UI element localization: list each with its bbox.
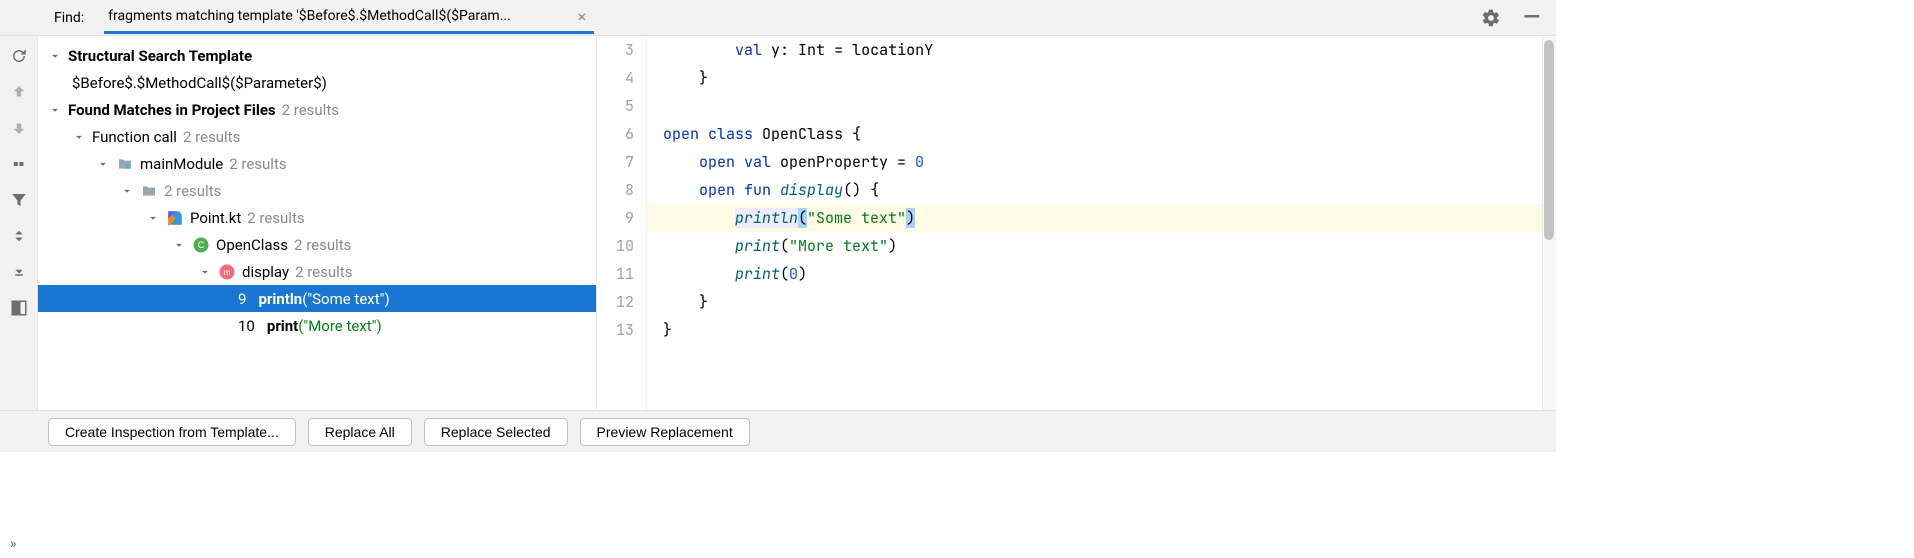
gear-icon[interactable]: [1481, 8, 1501, 28]
minimize-icon[interactable]: —: [1519, 7, 1544, 29]
folder-icon: [140, 183, 158, 199]
node-label: Found Matches in Project Files: [68, 101, 276, 119]
find-label: Find:: [54, 10, 84, 26]
match-line-number: 10: [238, 317, 255, 335]
tree-match-2[interactable]: 10 print("More text"): [38, 312, 596, 339]
result-count: 2 results: [183, 128, 240, 146]
collapse-all-icon[interactable]: [7, 260, 31, 284]
main-area: ▪▪ Structural Search Template $Before$.$…: [0, 36, 1556, 410]
module-icon: [116, 156, 134, 172]
overflow-icon[interactable]: »: [10, 536, 17, 552]
method-icon: m: [218, 263, 236, 281]
filter-icon[interactable]: [7, 188, 31, 212]
scrollbar[interactable]: [1542, 36, 1556, 410]
node-label: Function call: [92, 128, 177, 146]
replace-selected-button[interactable]: Replace Selected: [424, 418, 568, 446]
match-text: println("Some text"): [258, 290, 389, 308]
gutter: 345 678 91011 1213: [597, 36, 647, 410]
scrollbar-thumb[interactable]: [1544, 40, 1554, 240]
arrow-up-icon[interactable]: [7, 80, 31, 104]
result-count: 2 results: [282, 101, 339, 119]
code-body[interactable]: val y: Int = locationY } open class Open…: [647, 36, 1556, 410]
refresh-icon[interactable]: [7, 44, 31, 68]
tree-template-header[interactable]: Structural Search Template: [38, 42, 596, 69]
tree-match-1[interactable]: 9 println("Some text"): [38, 285, 596, 312]
group-icon[interactable]: ▪▪: [7, 152, 31, 176]
node-label: Point.kt: [190, 209, 241, 227]
find-bar: Find: fragments matching template '$Befo…: [0, 0, 1556, 36]
results-tree: Structural Search Template $Before$.$Met…: [38, 36, 596, 410]
result-count: 2 results: [229, 155, 286, 173]
preview-pane-icon[interactable]: [7, 296, 31, 320]
result-count: 2 results: [247, 209, 304, 227]
kotlin-file-icon: [166, 209, 184, 227]
find-query[interactable]: fragments matching template '$Before$.$M…: [108, 8, 573, 24]
match-line-number: 9: [238, 290, 246, 308]
arrow-down-icon[interactable]: [7, 116, 31, 140]
node-label: OpenClass: [216, 236, 288, 254]
result-count: 2 results: [295, 263, 352, 281]
tree-function-call[interactable]: Function call 2 results: [38, 123, 596, 150]
create-inspection-button[interactable]: Create Inspection from Template...: [48, 418, 296, 446]
result-count: 2 results: [164, 182, 221, 200]
tree-module[interactable]: mainModule 2 results: [38, 150, 596, 177]
tree-method[interactable]: m display 2 results: [38, 258, 596, 285]
tree-file[interactable]: Point.kt 2 results: [38, 204, 596, 231]
node-label: display: [242, 263, 289, 281]
node-label: $Before$.$MethodCall$($Parameter$): [72, 74, 327, 92]
svg-text:C: C: [198, 240, 205, 250]
svg-text:m: m: [224, 268, 231, 277]
side-toolbar: ▪▪: [0, 36, 38, 410]
tree-package[interactable]: 2 results: [38, 177, 596, 204]
find-field-wrap[interactable]: fragments matching template '$Before$.$M…: [104, 2, 594, 34]
class-icon: C: [192, 236, 210, 254]
replace-all-button[interactable]: Replace All: [308, 418, 412, 446]
node-label: Structural Search Template: [68, 47, 252, 65]
code-preview[interactable]: 345 678 91011 1213 val y: Int = location…: [596, 36, 1556, 410]
tree-template-value[interactable]: $Before$.$MethodCall$($Parameter$): [38, 69, 596, 96]
tree-class[interactable]: C OpenClass 2 results: [38, 231, 596, 258]
result-count: 2 results: [294, 236, 351, 254]
expand-all-icon[interactable]: [7, 224, 31, 248]
close-icon[interactable]: ×: [574, 7, 591, 26]
node-label: mainModule: [140, 155, 223, 173]
preview-replacement-button[interactable]: Preview Replacement: [580, 418, 750, 446]
tree-found-header[interactable]: Found Matches in Project Files 2 results: [38, 96, 596, 123]
bottom-bar: Create Inspection from Template... Repla…: [0, 410, 1556, 452]
match-text: print("More text"): [267, 317, 382, 335]
